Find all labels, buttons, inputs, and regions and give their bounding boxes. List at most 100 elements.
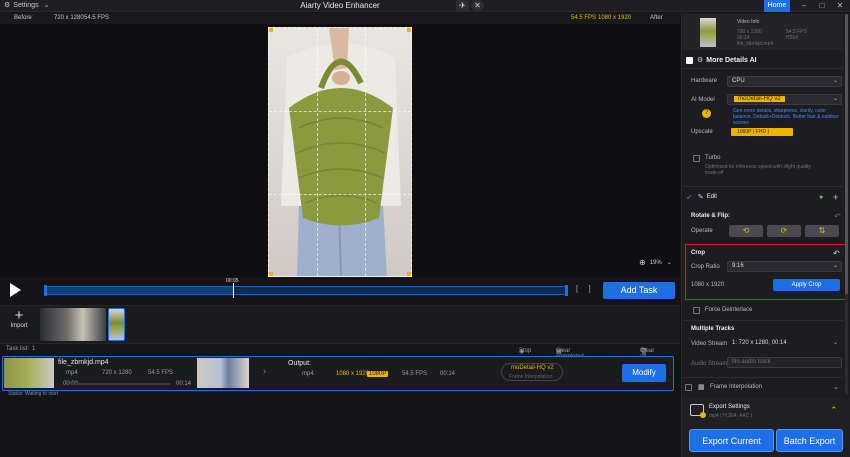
chevron-down-icon: ⌄	[832, 96, 838, 102]
rotate-flip-title: Rotate & Flip:	[691, 213, 730, 219]
playhead[interactable]	[233, 283, 234, 298]
task-status: Status: Waiting to start	[8, 391, 59, 397]
crop-size: 1080 x 1920	[691, 282, 725, 288]
turbo-label: Turbo	[705, 155, 721, 161]
reset-crop-icon[interactable]: ↶	[833, 249, 840, 258]
crop-ratio-label: Crop Ratio	[691, 264, 720, 270]
task-fps: 54.5 FPS	[148, 370, 174, 376]
video-stream-label: Video Stream	[691, 341, 728, 347]
operate-label: Operate	[691, 228, 713, 234]
audio-stream-select: No audio track	[727, 357, 842, 368]
crop-ratio-select[interactable]: 9:16 ⌄	[727, 261, 842, 272]
modify-button[interactable]: Modify	[622, 364, 666, 382]
export-settings-icon[interactable]	[690, 404, 706, 418]
add-icon[interactable]: +	[833, 192, 838, 202]
task-model: moDetail-HQ v2	[511, 365, 554, 371]
output-duration: 00:14	[440, 371, 456, 377]
help-icon[interactable]: ?	[702, 109, 711, 118]
video-stream-select[interactable]: 1: 720 x 1280, 00:14 ⌄	[727, 338, 842, 349]
media-thumbnail[interactable]	[40, 308, 106, 341]
force-deinterlace-checkbox[interactable]	[693, 307, 700, 314]
after-fps: 54.5 FPS	[571, 15, 597, 21]
task-filename: file_zbmkjd.mp4	[58, 359, 109, 366]
zoom-value: 19%	[649, 259, 662, 266]
turbo-description: Optimized for inference speed with sligh…	[705, 164, 811, 176]
chevron-up-icon[interactable]: ⌃	[830, 405, 838, 416]
app-title: Aiarty Video Enhancer	[300, 1, 380, 10]
task-frame-interp: Frame Interpolation	[509, 374, 553, 380]
turbo-checkbox[interactable]	[693, 155, 700, 162]
multiple-tracks-title: Multiple Tracks	[691, 326, 735, 332]
task-resolution: 720 x 1280	[102, 370, 132, 376]
video-info-thumbnail	[700, 18, 716, 47]
task-thumbnail	[4, 358, 54, 388]
force-deinterlace-label: Force Deinterlace	[705, 307, 753, 313]
crop-grid-line	[269, 194, 411, 195]
upscale-label: Upscale	[691, 129, 713, 135]
crop-grid-line	[365, 28, 366, 276]
close-icon[interactable]: ✕	[831, 0, 849, 12]
frame-interpolation-checkbox[interactable]	[685, 384, 692, 391]
crop-grid-line	[269, 111, 411, 112]
edit-icon: ✎	[697, 194, 704, 201]
divider	[683, 320, 843, 321]
export-current-button[interactable]: Export Current	[689, 429, 774, 452]
panel-scrollbar-thumb[interactable]	[845, 14, 848, 294]
zoom-control[interactable]: ⊕ 19% ⌄	[639, 258, 672, 267]
rotate-left-icon[interactable]: ⟲	[729, 225, 763, 237]
close-preview-icon[interactable]: ✕	[471, 0, 484, 11]
apply-crop-button[interactable]: Apply Crop	[773, 279, 840, 291]
task-list-header: Task list: 1 ◉ Stop ▦ Clear completed ta…	[0, 343, 680, 366]
video-info-file: file_zbmkjd.mp4	[737, 41, 774, 47]
before-fps: 54.5 FPS	[84, 15, 110, 21]
chevron-down-icon: ⌄	[832, 340, 838, 346]
media-thumbnail-selected[interactable]	[108, 308, 125, 341]
more-details-checkbox[interactable]	[686, 56, 693, 64]
trim-end-handle[interactable]	[565, 285, 568, 296]
hardware-label: Hardware	[691, 78, 718, 84]
batch-export-button[interactable]: Batch Export	[776, 429, 843, 452]
task-output-thumbnail	[197, 358, 249, 388]
preview-header: Before 720 x 1280 54.5 FPS 54.5 FPS 1080…	[0, 13, 680, 24]
edit-section[interactable]: ✓ ✎ Edit ● +	[683, 191, 843, 203]
hardware-select[interactable]: CPU ⌄	[727, 76, 842, 87]
output-resolution: 1080 x 1920	[336, 371, 370, 377]
before-resolution: 720 x 1280	[54, 15, 84, 21]
timeline-track[interactable]	[44, 285, 568, 296]
task-count: 1	[32, 346, 36, 352]
play-button[interactable]	[8, 282, 22, 298]
before-label: Before	[14, 15, 32, 21]
upscale-value[interactable]: 1080P ( FHD )	[731, 128, 793, 136]
check-icon: ✓	[686, 192, 693, 202]
output-badge: 1080P	[367, 371, 389, 377]
home-button[interactable]: Home	[764, 0, 790, 12]
timeline-progress	[45, 287, 233, 294]
reset-rotate-icon[interactable]: ↶	[834, 212, 841, 221]
crop-handle[interactable]	[269, 28, 273, 32]
chevron-down-icon[interactable]: ⌄	[833, 383, 839, 391]
task-format: mp4	[66, 370, 78, 376]
divider	[683, 377, 843, 378]
frame-interpolation-icon: ▦	[698, 384, 705, 391]
chevron-down-icon: ⌄	[832, 78, 838, 84]
output-fps: 54.5 FPS	[402, 371, 428, 377]
video-info-codec: H264	[786, 35, 798, 41]
export-settings-title: Export Settings	[709, 404, 750, 410]
pin-icon[interactable]: ✈	[456, 0, 469, 11]
flip-icon[interactable]: ⇅	[805, 225, 839, 237]
after-label: After	[650, 15, 663, 21]
export-settings-sub: mp4 ( H.264, AAC )	[709, 413, 753, 419]
add-task-button[interactable]: Add Task	[603, 282, 675, 299]
trim-start-handle[interactable]	[44, 285, 47, 296]
more-details-section[interactable]: ⚙ More Details AI	[683, 54, 843, 66]
ai-model-select[interactable]: moDetail-HQ v2 ⌄	[727, 94, 842, 105]
ai-model-value: moDetail-HQ v2	[734, 96, 785, 102]
video-content	[281, 28, 401, 276]
minimize-icon[interactable]: –	[795, 0, 813, 12]
trim-bracket-icons[interactable]: [ ]	[576, 284, 595, 293]
import-button[interactable]: + Import	[4, 308, 34, 339]
rotate-right-icon[interactable]: ⟳	[767, 225, 801, 237]
maximize-icon[interactable]: □	[813, 0, 831, 12]
crop-handle[interactable]	[407, 28, 411, 32]
video-frame[interactable]	[268, 27, 412, 277]
